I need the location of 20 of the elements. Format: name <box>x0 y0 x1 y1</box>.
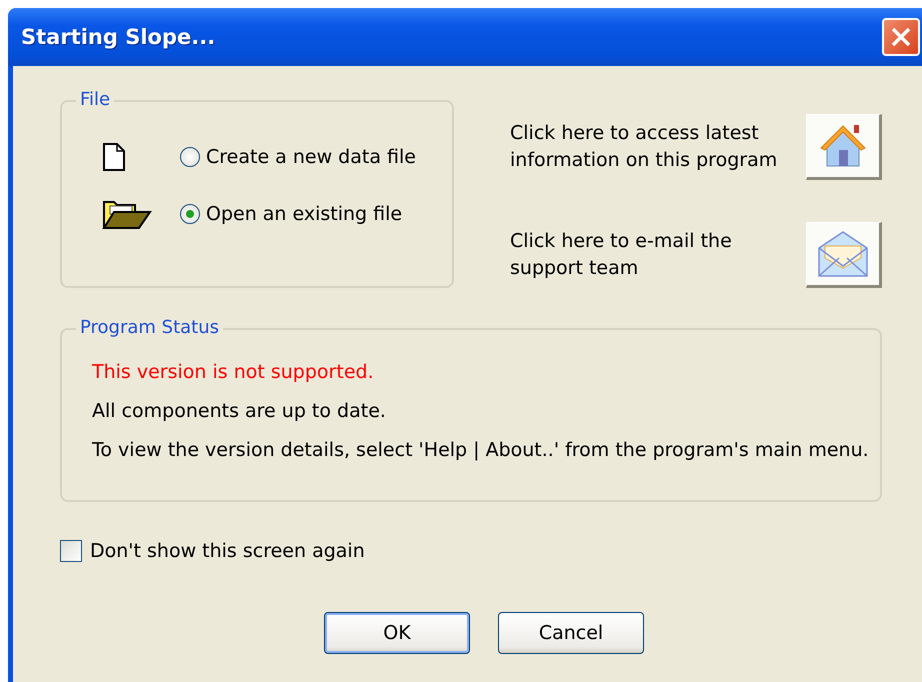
status-message: All components are up to date. <box>92 399 387 424</box>
email-button[interactable] <box>806 222 882 288</box>
close-icon <box>890 26 912 48</box>
website-button[interactable] <box>806 114 882 180</box>
window-title: Starting Slope... <box>21 25 216 49</box>
radio-button[interactable] <box>180 204 200 224</box>
document-icon <box>102 142 126 172</box>
group-title: Program Status <box>76 317 224 339</box>
status-message: To view the version details, select 'Help | About..' from the program's main menu. <box>92 438 870 463</box>
folder-icon <box>102 198 152 230</box>
radio-label[interactable]: Open an existing file <box>206 203 402 225</box>
link-description: Click here to access latest information on this program <box>510 121 778 173</box>
radio-label[interactable]: Create a new data file <box>206 146 416 168</box>
link-description: Click here to e-mail the support team <box>510 229 733 281</box>
dont-show-checkbox[interactable]: Don't show this screen again <box>60 540 365 562</box>
dialog-button[interactable]: Cancel <box>498 612 644 654</box>
error-message: This version is not supported. <box>92 360 375 385</box>
close-button[interactable] <box>882 18 920 56</box>
dialog-button[interactable]: OK <box>324 612 470 654</box>
radio-button[interactable] <box>180 147 200 167</box>
